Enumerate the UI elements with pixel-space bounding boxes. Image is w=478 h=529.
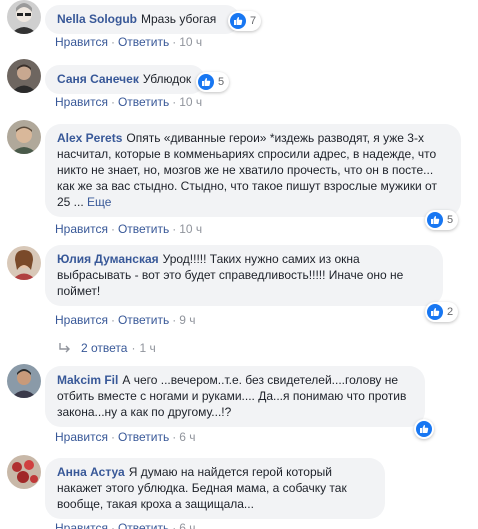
thumbs-up-icon: [416, 421, 432, 437]
separator: ·: [110, 521, 115, 529]
avatar[interactable]: [7, 246, 41, 280]
reaction-summary[interactable]: 5: [425, 210, 459, 230]
comment-timestamp[interactable]: 10 ч: [179, 95, 202, 109]
comment-author[interactable]: Юлия Думанская: [57, 252, 159, 266]
reply-button[interactable]: Ответить: [118, 521, 169, 529]
like-button[interactable]: Нравится: [55, 521, 108, 529]
separator: ·: [172, 35, 177, 49]
replies-timestamp: 1 ч: [139, 341, 156, 355]
reply-button[interactable]: Ответить: [118, 313, 169, 327]
like-button[interactable]: Нравится: [55, 313, 108, 327]
separator: ·: [110, 35, 115, 49]
avatar[interactable]: [7, 364, 41, 398]
separator: ·: [172, 95, 177, 109]
separator: ·: [172, 521, 177, 529]
thumbs-up-icon: [198, 74, 214, 90]
thumbs-up-icon: [427, 212, 443, 228]
comment-timestamp[interactable]: 6 ч: [179, 521, 195, 529]
comment-actions: Нравится · Ответить · 6 ч: [55, 430, 196, 444]
thumbs-up-icon: [427, 304, 443, 320]
comment-actions: Нравится · Ответить · 10 ч: [55, 95, 202, 109]
comment-timestamp[interactable]: 6 ч: [179, 430, 195, 444]
comment-author[interactable]: Alex Perets: [57, 131, 122, 145]
like-button[interactable]: Нравится: [55, 222, 108, 236]
comment-bubble: Юлия Думанская Урод!!!!! Таких нужно сами…: [45, 245, 443, 306]
separator: ·: [110, 222, 115, 236]
comment-actions: Нравится · Ответить · 10 ч: [55, 35, 202, 49]
comment-bubble: Анна Астуа Я думаю на найдется герой кото…: [45, 458, 385, 519]
view-replies[interactable]: 2 ответа · 1 ч: [59, 341, 156, 355]
avatar[interactable]: [7, 455, 41, 489]
comment-text: Мразь убогая: [141, 12, 217, 26]
thumbs-up-icon: [230, 13, 246, 29]
separator: ·: [172, 430, 177, 444]
reaction-summary[interactable]: 2: [425, 302, 459, 322]
avatar[interactable]: [7, 0, 41, 34]
reaction-count: 2: [447, 306, 454, 318]
comment-author[interactable]: Makcim Fil: [57, 373, 118, 387]
separator: ·: [110, 313, 115, 327]
reaction-summary[interactable]: 5: [196, 72, 230, 92]
comment-author[interactable]: Nella Sologub: [57, 12, 137, 26]
separator: ·: [172, 222, 177, 236]
reaction-summary[interactable]: [414, 419, 434, 439]
comment-text: Ублюдок: [142, 72, 192, 86]
separator: ·: [131, 341, 136, 355]
comment-bubble: Nella Sologub Мразь убогая: [45, 5, 240, 34]
separator: ·: [110, 430, 115, 444]
reply-button[interactable]: Ответить: [118, 430, 169, 444]
comment-actions: Нравится · Ответить · 9 ч: [55, 313, 196, 327]
reply-button[interactable]: Ответить: [118, 222, 169, 236]
comment-bubble: Alex Perets Опять «диванные герои» *издеж…: [45, 124, 461, 217]
like-button[interactable]: Нравится: [55, 95, 108, 109]
comment-timestamp[interactable]: 10 ч: [179, 222, 202, 236]
reaction-count: 5: [447, 214, 454, 226]
reaction-count: 7: [250, 15, 257, 27]
comment-bubble: Makcim Fil А чего ...вечером..т.е. без св…: [45, 366, 425, 427]
comment-timestamp[interactable]: 9 ч: [179, 313, 195, 327]
comment-actions: Нравится · Ответить · 10 ч: [55, 222, 202, 236]
comment-timestamp[interactable]: 10 ч: [179, 35, 202, 49]
avatar[interactable]: [7, 120, 41, 154]
separator: ·: [110, 95, 115, 109]
comment-bubble: Саня Санечек Ублюдок: [45, 65, 205, 94]
comment-author[interactable]: Саня Санечек: [57, 72, 139, 86]
comment-actions: Нравится · Ответить · 6 ч: [55, 521, 196, 529]
reply-button[interactable]: Ответить: [118, 95, 169, 109]
reaction-summary[interactable]: 7: [228, 11, 262, 31]
see-more-link[interactable]: Еще: [87, 195, 111, 209]
view-replies-link[interactable]: 2 ответа: [81, 341, 127, 355]
like-button[interactable]: Нравится: [55, 430, 108, 444]
reply-arrow-icon: [59, 343, 70, 353]
comment-author[interactable]: Анна Астуа: [57, 465, 125, 479]
avatar[interactable]: [7, 59, 41, 93]
reply-button[interactable]: Ответить: [118, 35, 169, 49]
separator: ·: [172, 313, 177, 327]
reaction-count: 5: [218, 76, 225, 88]
like-button[interactable]: Нравится: [55, 35, 108, 49]
